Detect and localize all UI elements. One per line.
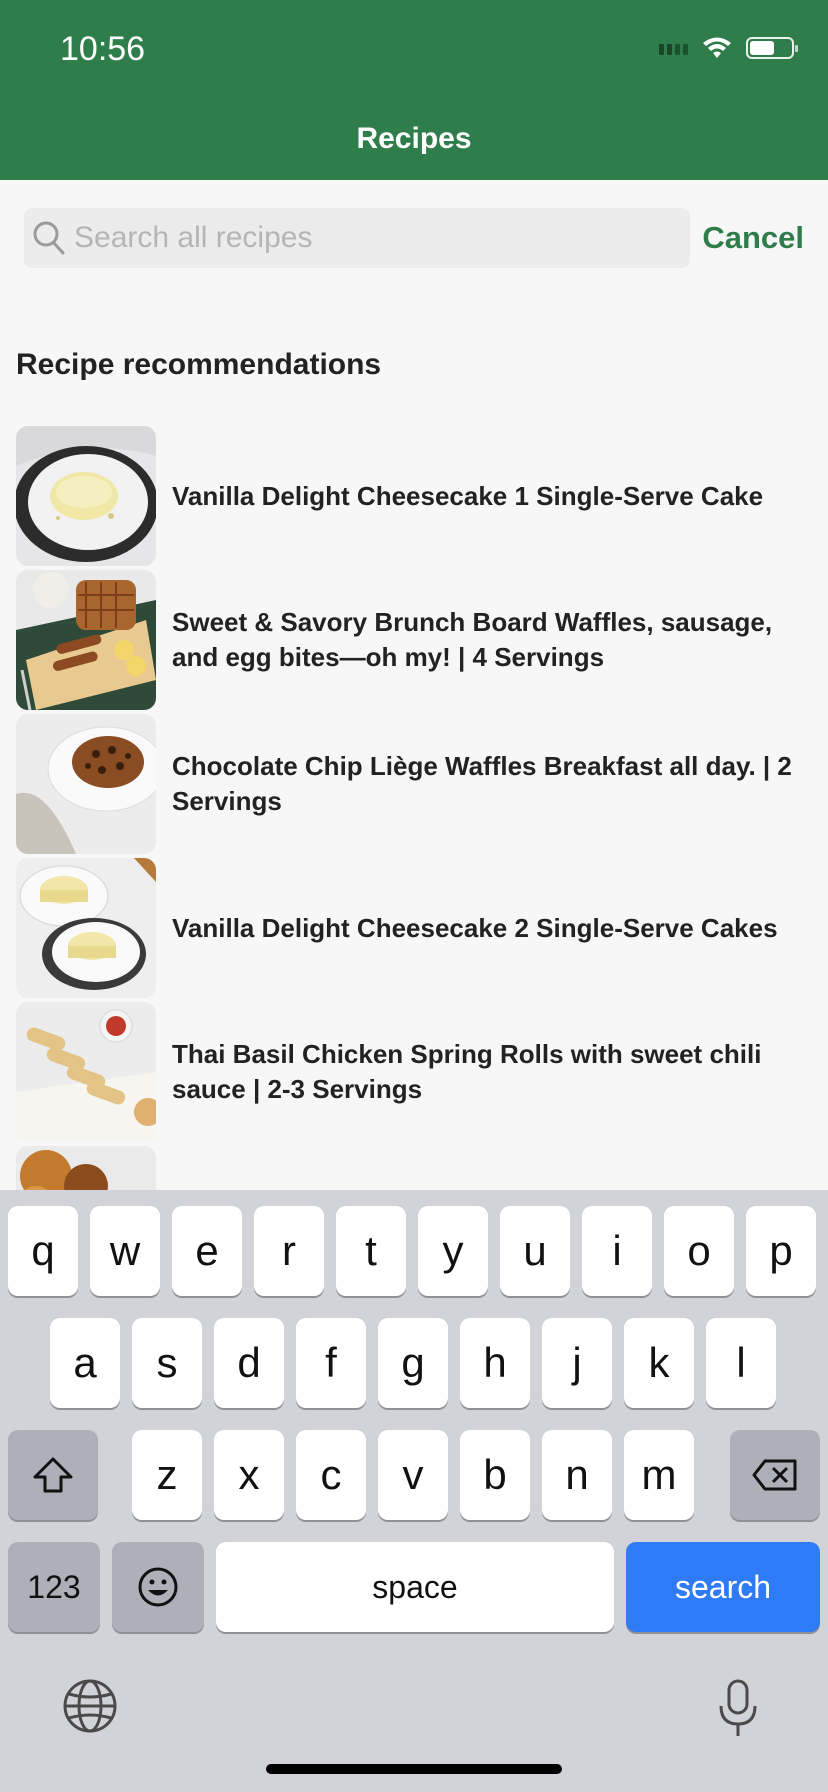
- shift-icon: [33, 1457, 73, 1493]
- emoji-icon: [138, 1567, 178, 1607]
- key-h[interactable]: h: [460, 1318, 530, 1408]
- search-input[interactable]: [74, 221, 654, 255]
- status-time: 10:56: [60, 30, 146, 68]
- recipe-title: Vanilla Delight Cheesecake 2 Single-Serv…: [172, 912, 778, 943]
- emoji-key[interactable]: [112, 1542, 204, 1632]
- list-item[interactable]: Vanilla Delight Cheesecake 2 Single-Serv…: [16, 856, 816, 1000]
- status-icons: [659, 36, 798, 60]
- recipe-title: Chocolate Chip Liège Waffles Breakfast a…: [172, 751, 792, 816]
- shift-key[interactable]: [8, 1430, 98, 1520]
- recipe-list: Vanilla Delight Cheesecake 1 Single-Serv…: [16, 424, 816, 1288]
- recipe-thumbnail-cheesecakes: [16, 858, 156, 998]
- backspace-key[interactable]: [730, 1430, 820, 1520]
- cellular-signal-icon: [659, 41, 688, 55]
- numbers-key[interactable]: 123: [8, 1542, 100, 1632]
- key-v[interactable]: v: [378, 1430, 448, 1520]
- key-o[interactable]: o: [664, 1206, 734, 1296]
- recipe-thumbnail-liege-waffles: [16, 714, 156, 854]
- recipe-title: Thai Basil Chicken Spring Rolls with swe…: [172, 1039, 762, 1104]
- list-item[interactable]: Sweet & Savory Brunch Board Waffles, sau…: [16, 568, 816, 712]
- key-p[interactable]: p: [746, 1206, 816, 1296]
- recipe-thumbnail-cheesecake: [16, 426, 156, 566]
- key-m[interactable]: m: [624, 1430, 694, 1520]
- key-w[interactable]: w: [90, 1206, 160, 1296]
- backspace-icon: [752, 1459, 797, 1491]
- key-x[interactable]: x: [214, 1430, 284, 1520]
- recipe-title: Sweet & Savory Brunch Board Waffles, sau…: [172, 607, 773, 672]
- key-i[interactable]: i: [582, 1206, 652, 1296]
- home-indicator: [266, 1764, 562, 1774]
- key-r[interactable]: r: [254, 1206, 324, 1296]
- recipe-thumbnail-brunch-board: [16, 570, 156, 710]
- microphone-icon[interactable]: [716, 1678, 760, 1738]
- search-bar: Cancel: [0, 180, 828, 300]
- key-j[interactable]: j: [542, 1318, 612, 1408]
- key-t[interactable]: t: [336, 1206, 406, 1296]
- app-header: 10:56 Recipes: [0, 0, 828, 180]
- list-item[interactable]: Thai Basil Chicken Spring Rolls with swe…: [16, 1000, 816, 1144]
- recipe-thumbnail-spring-rolls: [16, 1002, 156, 1142]
- recipe-title: Vanilla Delight Cheesecake 1 Single-Serv…: [172, 480, 764, 511]
- on-screen-keyboard: q w e r t y u i o p a s d f g h j k l z …: [0, 1190, 828, 1792]
- key-c[interactable]: c: [296, 1430, 366, 1520]
- key-e[interactable]: e: [172, 1206, 242, 1296]
- key-a[interactable]: a: [50, 1318, 120, 1408]
- globe-icon[interactable]: [62, 1678, 118, 1734]
- section-title: Recipe recommendations: [16, 348, 382, 381]
- list-item[interactable]: Chocolate Chip Liège Waffles Breakfast a…: [16, 712, 816, 856]
- key-y[interactable]: y: [418, 1206, 488, 1296]
- wifi-icon: [703, 37, 731, 58]
- key-d[interactable]: d: [214, 1318, 284, 1408]
- space-key[interactable]: space: [216, 1542, 614, 1632]
- search-field[interactable]: [24, 208, 690, 268]
- key-u[interactable]: u: [500, 1206, 570, 1296]
- key-f[interactable]: f: [296, 1318, 366, 1408]
- search-key[interactable]: search: [626, 1542, 820, 1632]
- page-title: Recipes: [356, 122, 472, 155]
- key-n[interactable]: n: [542, 1430, 612, 1520]
- cancel-button[interactable]: Cancel: [702, 220, 804, 256]
- key-s[interactable]: s: [132, 1318, 202, 1408]
- key-b[interactable]: b: [460, 1430, 530, 1520]
- list-item[interactable]: Vanilla Delight Cheesecake 1 Single-Serv…: [16, 424, 816, 568]
- key-g[interactable]: g: [378, 1318, 448, 1408]
- search-icon: [33, 221, 65, 255]
- battery-icon: [746, 37, 798, 59]
- key-l[interactable]: l: [706, 1318, 776, 1408]
- key-z[interactable]: z: [132, 1430, 202, 1520]
- key-k[interactable]: k: [624, 1318, 694, 1408]
- key-q[interactable]: q: [8, 1206, 78, 1296]
